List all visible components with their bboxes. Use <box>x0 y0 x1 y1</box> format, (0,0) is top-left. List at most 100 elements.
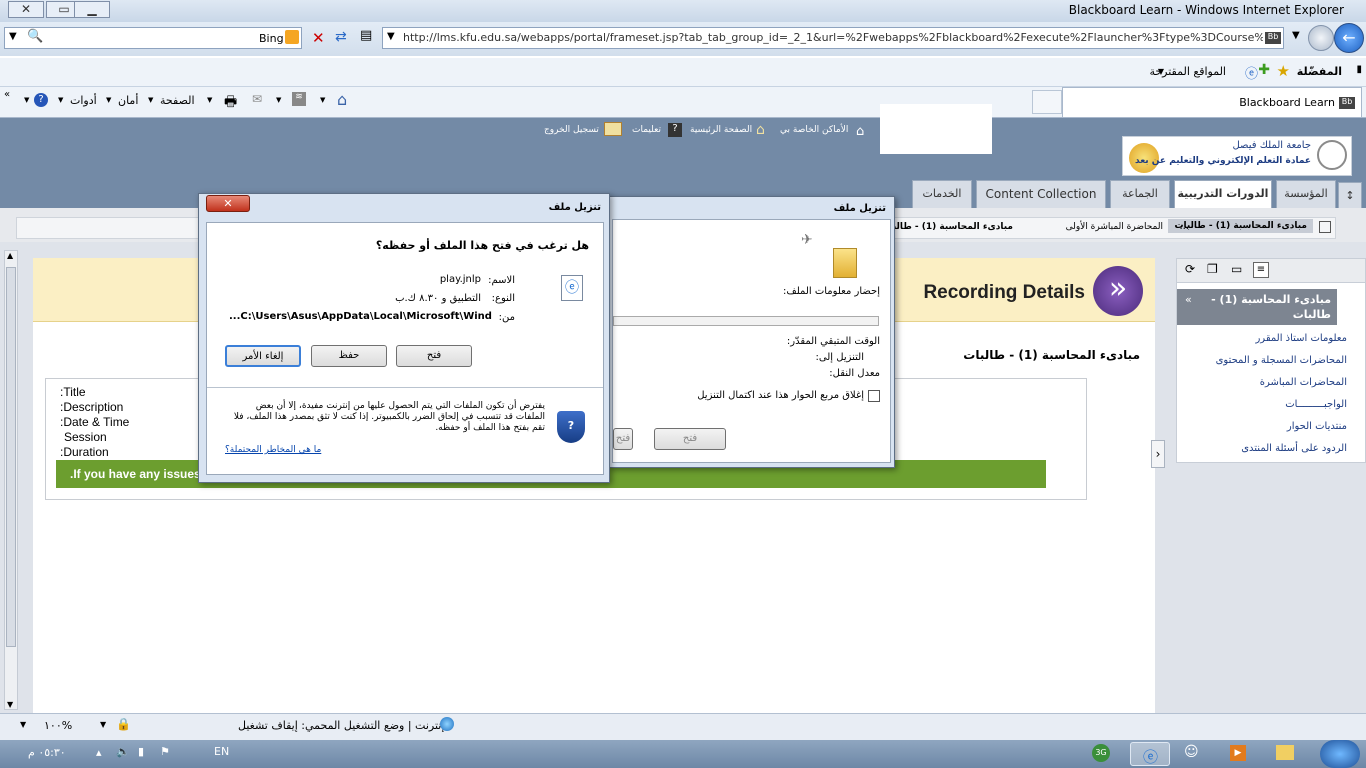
feeds-icon[interactable]: ≋ <box>292 92 306 106</box>
download-open-button[interactable]: فتح <box>654 428 726 450</box>
media-player-icon[interactable]: ▶ <box>1230 745 1246 761</box>
link-logout[interactable]: تسجيل الخروج <box>544 125 599 135</box>
home-icon[interactable]: ⌂ <box>337 90 347 109</box>
new-tab-button[interactable] <box>1032 90 1062 114</box>
taskbar-ie-button[interactable]: ⓔ <box>1130 742 1170 766</box>
page-menu[interactable]: الصفحة <box>160 94 195 107</box>
history-dropdown-icon[interactable]: ▼ <box>1292 30 1300 41</box>
forward-button[interactable] <box>1308 25 1334 51</box>
action-center-icon[interactable]: ⚑ <box>160 745 170 758</box>
cancel-button[interactable]: إلغاء الأمر <box>225 345 301 367</box>
tree-view-icon[interactable]: ❐ <box>1207 262 1218 276</box>
favorites-star-icon[interactable]: ★ <box>1277 62 1290 80</box>
search-box[interactable]: ▼ 🔍 Bing <box>4 27 302 49</box>
start-button[interactable] <box>1320 740 1360 768</box>
tab-courses[interactable]: الدورات التدريبية <box>1174 180 1272 208</box>
close-window-button[interactable]: ✕ <box>8 1 44 18</box>
tab-institution[interactable]: المؤسسة <box>1276 180 1336 208</box>
breadcrumb-course[interactable]: مبادىء المحاسبة (1) - طالبات <box>1168 219 1313 233</box>
refresh-menu-icon[interactable]: ⟳ <box>1185 262 1195 276</box>
download-open-folder-button[interactable]: فتح <box>613 428 633 450</box>
scroll-down-icon[interactable]: ▼ <box>7 700 13 709</box>
compatibility-icon[interactable]: ▤ <box>360 28 372 43</box>
battery-icon[interactable]: ▮ <box>138 745 144 758</box>
url-text: http://lms.kfu.edu.sa/webapps/portal/fra… <box>403 31 1263 44</box>
menu-forum-replies[interactable]: الردود على أسئلة المنتدى <box>1241 443 1347 454</box>
course-menu-title[interactable]: مبادىء المحاسبة (1) - طالبات <box>1177 289 1337 325</box>
dropdown-icon[interactable]: ▼ <box>9 31 17 42</box>
zoom-dropdown-icon[interactable]: ▼ <box>20 720 26 729</box>
menu-assignments[interactable]: الواجبـــــــــات <box>1285 399 1347 410</box>
type-label: النوع: <box>491 293 515 304</box>
breadcrumb-live-lecture[interactable]: المحاضرة المباشرة الأولى <box>1066 222 1163 232</box>
menu-expand-icon[interactable]: › <box>1151 440 1165 468</box>
scroll-thumb[interactable] <box>6 267 16 647</box>
logout-icon[interactable] <box>604 122 622 136</box>
my-places-icon[interactable]: ⌂ <box>856 124 864 139</box>
menu-live-lectures[interactable]: المحاضرات المباشرة <box>1260 377 1347 388</box>
address-dropdown-icon[interactable]: ▼ <box>387 31 395 42</box>
open-button[interactable]: فتح <box>396 345 472 367</box>
collapse-menu-icon[interactable]: « <box>1185 293 1192 306</box>
folder-view-icon[interactable]: ▭ <box>1231 262 1242 276</box>
help-dropdown-icon[interactable]: ▼ <box>24 96 29 104</box>
chevron-more-icon[interactable]: « <box>4 89 10 100</box>
page-dropdown-icon[interactable]: ▼ <box>148 96 153 104</box>
download-dialog-title: تنزيل ملف <box>833 203 886 214</box>
link-help[interactable]: تعليمات <box>632 125 661 135</box>
language-indicator[interactable]: EN <box>214 745 229 758</box>
messenger-icon[interactable]: ☺ <box>1184 744 1199 760</box>
help-icon[interactable]: ? <box>34 93 48 107</box>
minimize-window-button[interactable]: ▁ <box>74 1 110 18</box>
page-scrollbar[interactable]: ▲ ▼ <box>4 250 18 710</box>
issues-text: .If you have any issues <box>70 467 201 481</box>
link-my-places[interactable]: الأماكن الخاصة بي <box>780 125 848 135</box>
show-hidden-icons[interactable]: ▴ <box>96 746 102 759</box>
zoom-level[interactable]: ١٠٠% <box>44 719 72 732</box>
print-icon[interactable]: 🖶 <box>224 91 237 115</box>
volume-icon[interactable]: 🔈 <box>116 745 130 758</box>
dialog-close-button[interactable]: ✕ <box>206 195 250 212</box>
scroll-up-icon[interactable]: ▲ <box>7 251 13 260</box>
browser-tab-active[interactable]: Blackboard Learn Bb <box>1062 87 1362 117</box>
protected-mode-icon[interactable]: 🔒 <box>116 717 131 731</box>
print-dropdown-icon[interactable]: ▼ <box>207 96 212 104</box>
link-home[interactable]: الصفحة الرئيسية <box>690 125 752 135</box>
home-dropdown-icon[interactable]: ▼ <box>320 96 325 104</box>
tab-services[interactable]: الخدمات <box>912 180 972 208</box>
course-menu: ⟳ ❐ ▭ ≡ مبادىء المحاسبة (1) - طالبات « م… <box>1176 258 1366 463</box>
home-page-icon[interactable]: ⌂ <box>756 122 765 138</box>
menu-instructor-info[interactable]: معلومات استاذ المقرر <box>1255 333 1347 344</box>
breadcrumb-ellipsis[interactable]: ... <box>1179 221 1189 232</box>
clock[interactable]: ٠٥:٣٠ م <box>28 746 66 759</box>
explorer-icon[interactable] <box>1276 745 1294 760</box>
refresh-icon[interactable]: ⇄ <box>335 29 347 45</box>
risk-link[interactable]: ما هي المخاطر المحتملة؟ <box>225 445 321 455</box>
protected-dropdown-icon[interactable]: ▼ <box>100 720 106 729</box>
search-icon[interactable]: 🔍 <box>27 29 43 44</box>
tools-menu[interactable]: أدوات <box>70 94 97 107</box>
suggested-dropdown-icon[interactable]: ▼ <box>1158 67 1164 76</box>
add-favorite-icon[interactable]: ✚ <box>1258 62 1270 78</box>
stop-icon[interactable]: ✕ <box>312 29 325 47</box>
back-button[interactable]: ← <box>1334 23 1364 53</box>
menu-recorded-lectures[interactable]: المحاضرات المسجلة و المحتوى <box>1216 355 1347 366</box>
tab-content-collection[interactable]: Content Collection <box>976 180 1106 208</box>
safety-menu[interactable]: أمان <box>118 94 138 107</box>
help-page-icon[interactable]: ? <box>668 123 682 137</box>
recording-title: Recording Details <box>923 282 1085 303</box>
tab-community[interactable]: الجماعة <box>1110 180 1170 208</box>
feeds-dropdown-icon[interactable]: ▼ <box>276 96 281 104</box>
save-button[interactable]: حفظ <box>311 345 387 367</box>
tools-dropdown-icon[interactable]: ▼ <box>58 96 63 104</box>
mail-icon[interactable]: ✉ <box>252 92 262 106</box>
safety-dropdown-icon[interactable]: ▼ <box>106 96 111 104</box>
3g-app-icon[interactable]: 3G <box>1092 744 1110 762</box>
list-view-icon[interactable]: ≡ <box>1253 262 1269 278</box>
close-on-complete-checkbox[interactable] <box>868 390 880 402</box>
menu-toggle-icon[interactable] <box>1319 221 1331 233</box>
address-field[interactable]: ▼ http://lms.kfu.edu.sa/webapps/portal/f… <box>382 27 1284 49</box>
menu-forums[interactable]: منتديات الحوار <box>1287 421 1347 432</box>
collapse-header-icon[interactable]: ↕ <box>1338 182 1362 210</box>
favorites-label[interactable]: المفضّلة <box>1297 65 1342 78</box>
